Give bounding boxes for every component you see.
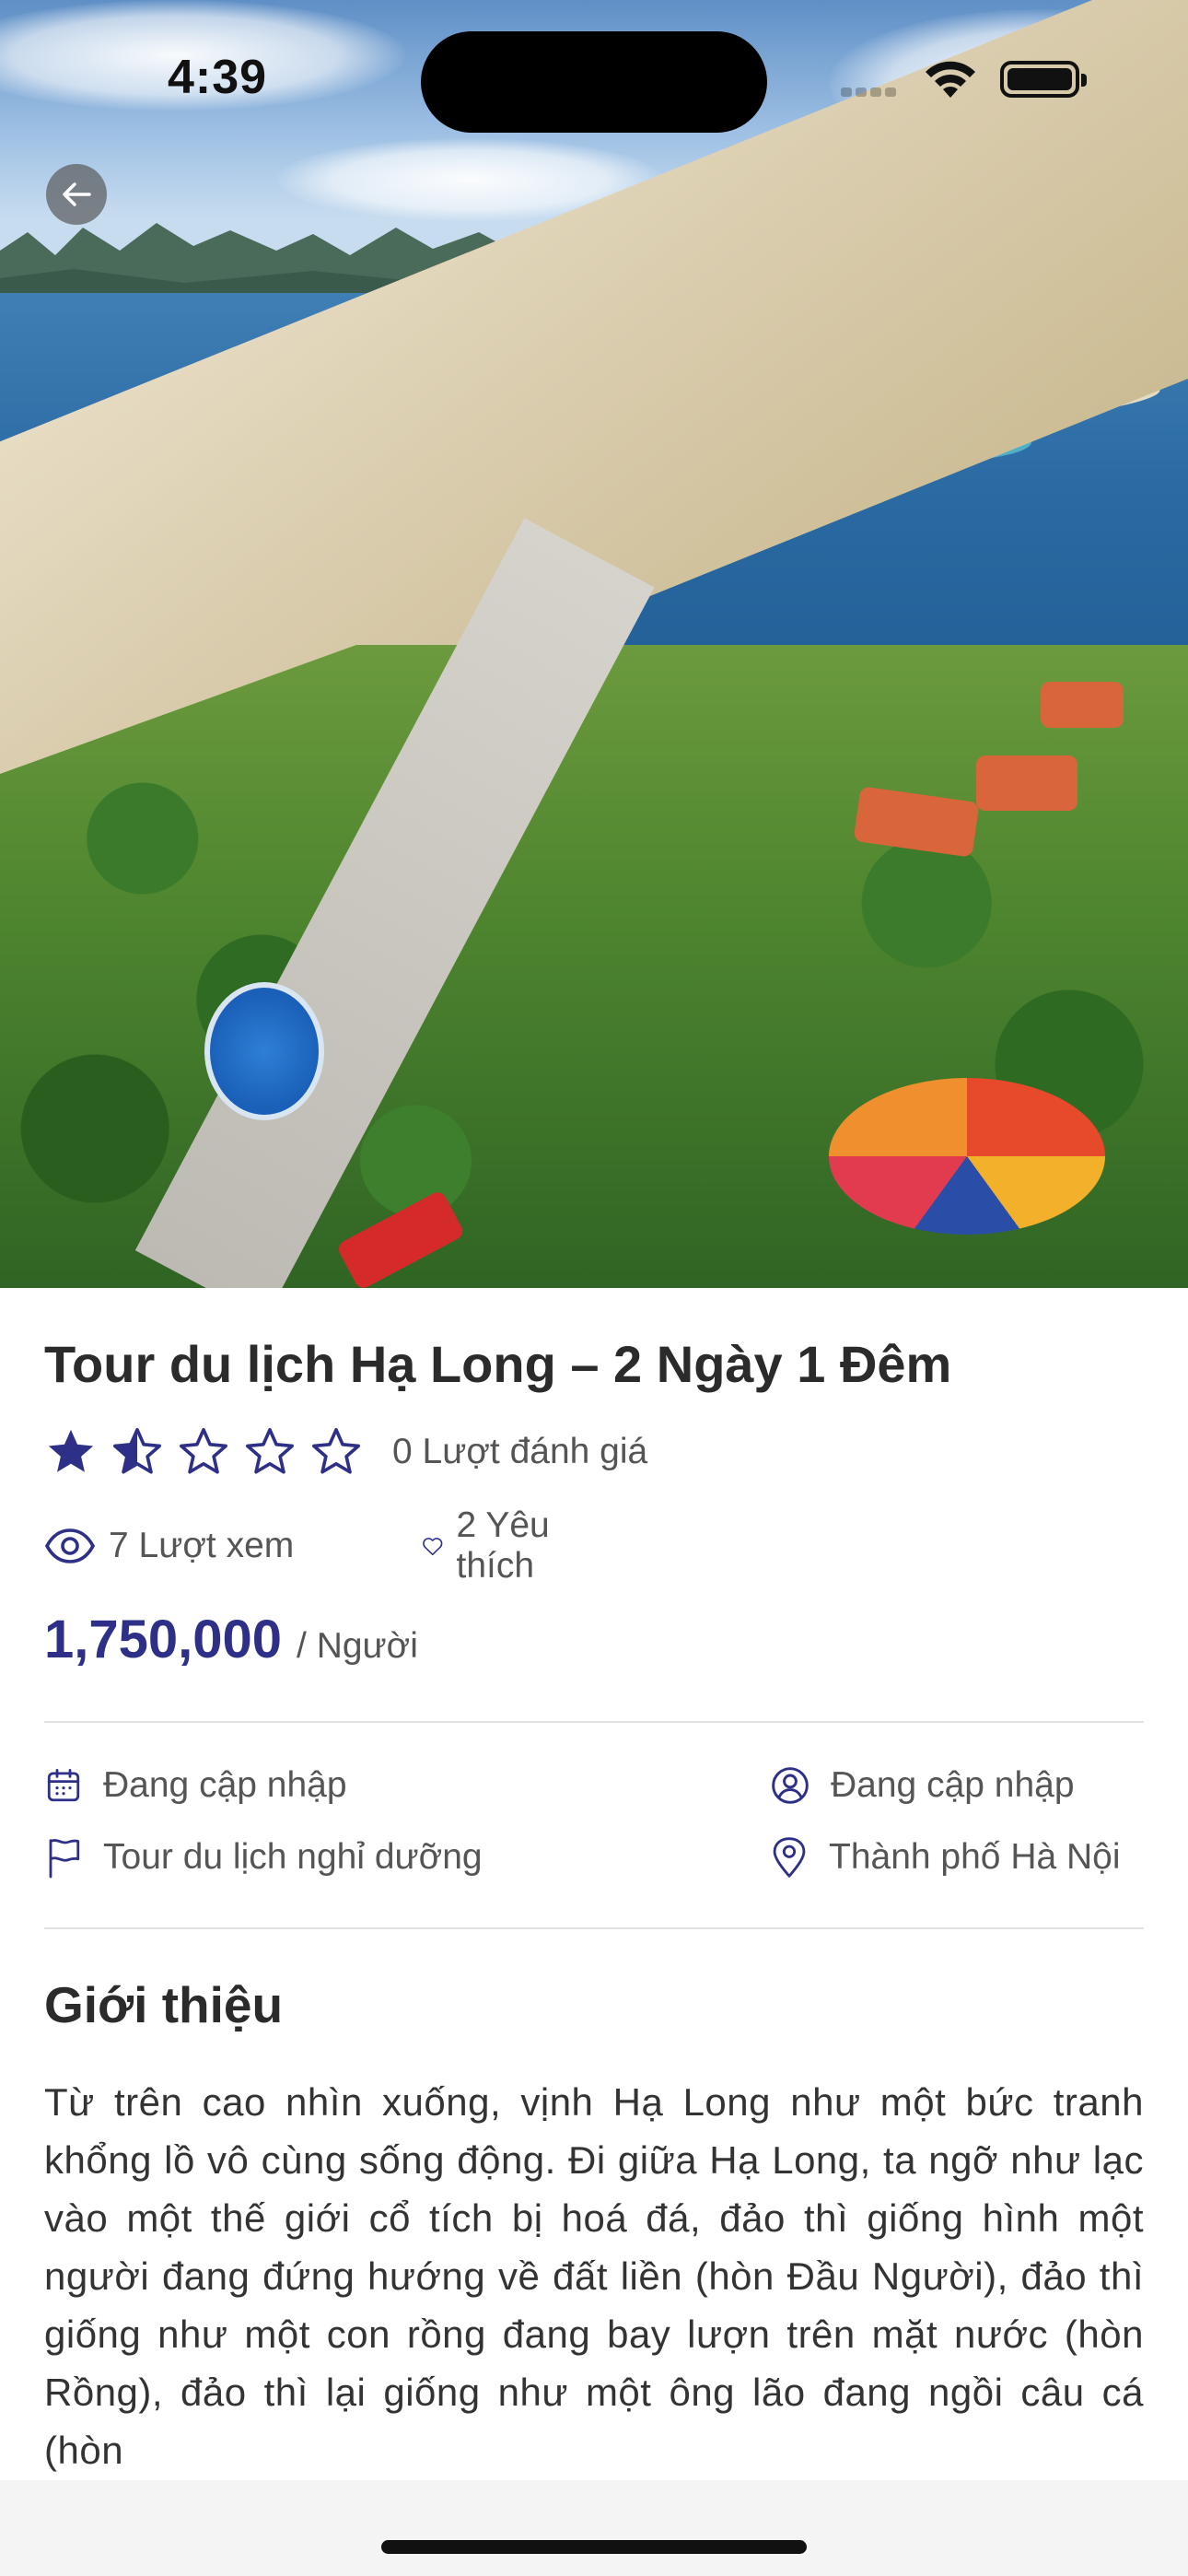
star-filled-icon (48, 1429, 94, 1472)
star-empty-icon (180, 1428, 227, 1474)
price-row: 1,750,000 / Người (44, 1609, 418, 1670)
cellular-signal-icon (841, 85, 900, 101)
user-circle-icon (772, 1767, 809, 1804)
heart-icon (423, 1538, 443, 1556)
status-time: 4:39 (168, 51, 268, 104)
home-indicator[interactable] (381, 2540, 807, 2554)
wifi-icon (926, 61, 975, 98)
info-guide: Đang cập nhập (770, 1758, 1075, 1813)
map-pin-icon (773, 1837, 806, 1878)
eye-icon (44, 1528, 96, 1563)
likes-label: 2 Yêu thích (456, 1505, 550, 1586)
star-empty-icon (246, 1428, 294, 1474)
location-value: Thành phố Hà Nội (829, 1837, 1121, 1877)
rating-count: 0 Lượt đánh giá (392, 1432, 648, 1471)
views-label: 7 Lượt xem (109, 1526, 295, 1565)
arrow-left-icon (63, 182, 91, 206)
rating-row[interactable]: 0 Lượt đánh giá (44, 1424, 647, 1480)
info-location: Thành phố Hà Nội (770, 1830, 1121, 1885)
intro-heading: Giới thiệu (44, 1976, 284, 2033)
stats-row: 7 Lượt xem 2 Yêu thích (44, 1505, 550, 1586)
views-stat: 7 Lượt xem (44, 1526, 294, 1566)
category-value: Tour du lịch nghỉ dưỡng (103, 1837, 483, 1877)
back-button[interactable] (46, 164, 107, 225)
rating-stars[interactable] (44, 1425, 363, 1479)
hero-image (0, 0, 1188, 1288)
intro-text: Từ trên cao nhìn xuống, vịnh Hạ Long như… (44, 2080, 1144, 2472)
battery-icon (1000, 61, 1087, 98)
calendar-icon (47, 1768, 80, 1802)
dynamic-island (421, 31, 767, 133)
divider (44, 1927, 1144, 1929)
divider (44, 1721, 1144, 1723)
start-date-value: Đang cập nhập (103, 1765, 347, 1805)
likes-stat[interactable]: 2 Yêu thích (422, 1505, 553, 1586)
tour-title: Tour du lịch Hạ Long – 2 Ngày 1 Đêm (44, 1335, 952, 1393)
info-category: Tour du lịch nghỉ dưỡng (44, 1830, 483, 1885)
info-start-date: Đang cập nhập (44, 1758, 347, 1813)
star-half-icon (113, 1428, 161, 1474)
flag-icon (49, 1839, 80, 1879)
guide-value: Đang cập nhập (831, 1765, 1075, 1805)
bottom-bar (0, 2480, 1188, 2576)
star-empty-icon (312, 1428, 360, 1474)
price-value: 1,750,000 (44, 1610, 283, 1669)
price-unit: / Người (297, 1626, 418, 1666)
